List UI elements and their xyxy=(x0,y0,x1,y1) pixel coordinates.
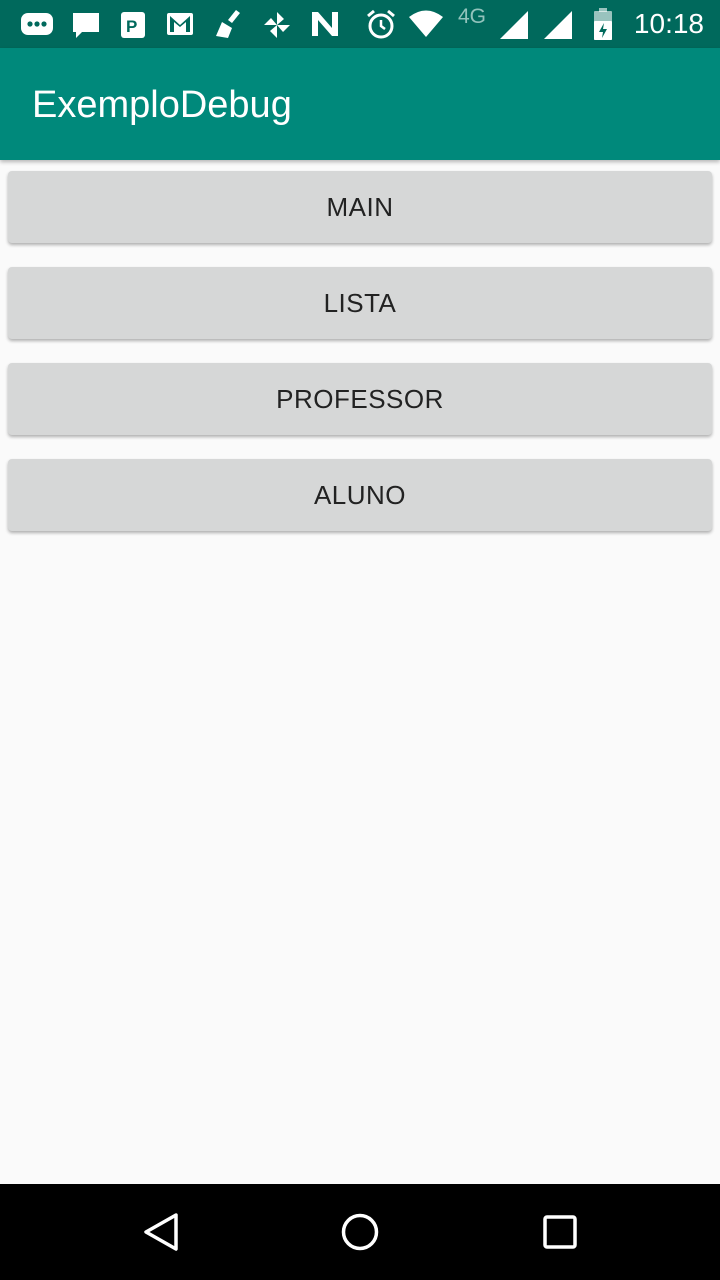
pinwheel-icon xyxy=(264,12,290,38)
gmail-icon xyxy=(167,13,193,35)
professor-button-label: PROFESSOR xyxy=(276,383,444,414)
back-icon[interactable] xyxy=(142,1212,180,1252)
main-content: MAIN LISTA PROFESSOR ALUNO xyxy=(0,160,720,1184)
signal-icon-2 xyxy=(544,11,572,39)
app-bar: ExemploDebug xyxy=(0,48,720,160)
svg-text:P: P xyxy=(126,17,137,36)
main-button[interactable]: MAIN xyxy=(8,171,712,243)
navigation-bar xyxy=(0,1184,720,1280)
wifi-icon xyxy=(409,10,443,37)
main-button-label: MAIN xyxy=(326,191,394,222)
recents-icon[interactable] xyxy=(542,1212,578,1252)
aluno-button-label: ALUNO xyxy=(313,479,407,510)
status-time: 10:18 xyxy=(633,8,704,39)
n-icon xyxy=(312,12,338,36)
lista-button-label: LISTA xyxy=(323,287,397,318)
parking-icon: P xyxy=(121,12,145,38)
lista-button[interactable]: LISTA xyxy=(8,267,712,339)
notification-icons: P xyxy=(0,0,395,48)
alarm-icon xyxy=(367,9,395,39)
app-title: ExemploDebug xyxy=(32,84,292,126)
messaging-icon xyxy=(21,13,53,35)
cleaner-icon xyxy=(216,10,240,38)
status-bar: P 4G 10:18 xyxy=(0,0,720,48)
battery-icon xyxy=(594,8,612,40)
signal-icon xyxy=(500,11,528,39)
home-icon[interactable] xyxy=(340,1212,380,1252)
network-type-label: 4G xyxy=(458,5,487,28)
professor-button[interactable]: PROFESSOR xyxy=(8,363,712,435)
chat-icon xyxy=(73,13,99,38)
aluno-button[interactable]: ALUNO xyxy=(8,459,712,531)
